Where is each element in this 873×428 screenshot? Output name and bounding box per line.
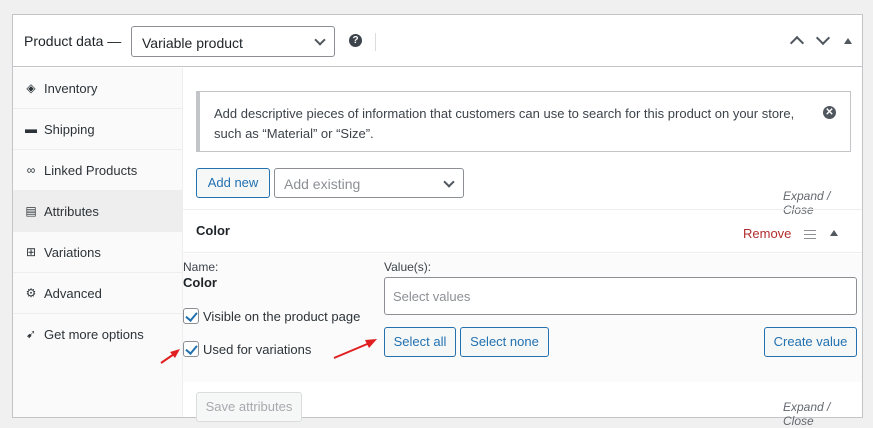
attribute-title: Color [196,223,230,238]
move-up-icon[interactable] [789,35,805,51]
notice-text: Add descriptive pieces of information th… [214,106,795,141]
list-icon: ▤ [25,204,37,218]
link-icon: ∞ [26,163,36,177]
move-down-icon[interactable] [815,30,831,46]
arrow-head [365,339,377,348]
collapse-attribute-icon[interactable] [830,230,838,236]
select-none-button[interactable]: Select none [460,327,549,357]
attribute-body: Name: Color Visible on the product page … [183,254,862,382]
gear-icon: ⚙ [25,286,37,300]
tab-label: Attributes [44,204,99,219]
chevron-down-icon [443,176,455,188]
header-divider [375,33,376,51]
tab-label: Linked Products [44,163,138,178]
product-data-header: Product data — Variable product ? [13,15,862,67]
visible-checkbox[interactable] [183,308,199,324]
visible-on-product-page-option[interactable]: Visible on the product page [183,307,368,327]
attribute-name-value: Color [183,275,217,290]
tab-label: Advanced [44,286,102,301]
info-notice: Add descriptive pieces of information th… [196,91,851,152]
tab-attributes[interactable]: ▤ Attributes [13,191,182,232]
visible-label: Visible on the product page [203,309,361,324]
attribute-row: Color Remove Name: Color Visible on the … [183,209,862,382]
add-existing-select[interactable]: Add existing [274,168,464,198]
collapse-panel-icon[interactable] [844,38,852,44]
tab-linked-products[interactable]: ∞ Linked Products [13,150,182,191]
truck-icon: ▬ [25,122,37,136]
annotation-arrow [333,339,377,359]
tab-label: Shipping [44,122,95,137]
name-label: Name: [183,260,219,274]
tab-get-more-options[interactable]: ➹ Get more options [13,314,182,355]
product-type-select[interactable]: Variable product [131,26,335,57]
select-all-button[interactable]: Select all [384,327,456,357]
arrow-shaft [333,341,373,359]
save-attributes-button[interactable]: Save attributes [196,392,302,422]
values-placeholder: Select values [393,289,471,304]
attributes-panel: Add descriptive pieces of information th… [183,68,862,428]
grid-icon: ⊞ [25,245,37,259]
tab-shipping[interactable]: ▬ Shipping [13,109,182,150]
product-data-title: Product data — [24,33,122,49]
create-value-button[interactable]: Create value [764,327,857,357]
annotation-arrow [160,349,180,364]
variations-label: Used for variations [203,342,312,357]
tab-label: Variations [44,245,101,260]
chevron-down-icon [314,34,326,46]
values-label: Value(s): [384,260,432,274]
remove-attribute-link[interactable]: Remove [743,226,791,241]
help-icon[interactable]: ? [349,34,362,47]
add-new-button[interactable]: Add new [196,168,270,198]
attribute-header[interactable]: Color Remove [183,210,862,253]
tag-icon: ◈ [26,81,36,95]
tab-variations[interactable]: ⊞ Variations [13,232,182,273]
tab-label: Get more options [44,327,144,342]
tab-advanced[interactable]: ⚙ Advanced [13,273,182,314]
tab-label: Inventory [44,81,98,96]
add-existing-placeholder: Add existing [284,176,361,192]
variations-checkbox[interactable] [183,341,199,357]
tab-inventory[interactable]: ◈ Inventory [13,68,182,109]
plugin-icon: ➹ [25,327,37,341]
used-for-variations-option[interactable]: Used for variations [183,340,323,360]
values-input[interactable]: Select values [384,277,857,315]
expand-close-link-bottom[interactable]: Expand / Close [783,400,862,428]
drag-handle-icon[interactable] [804,230,816,239]
product-data-panel: Product data — Variable product ? ◈ Inve… [12,14,863,428]
product-type-value: Variable product [142,35,243,51]
dismiss-icon[interactable]: ✕ [823,106,836,119]
